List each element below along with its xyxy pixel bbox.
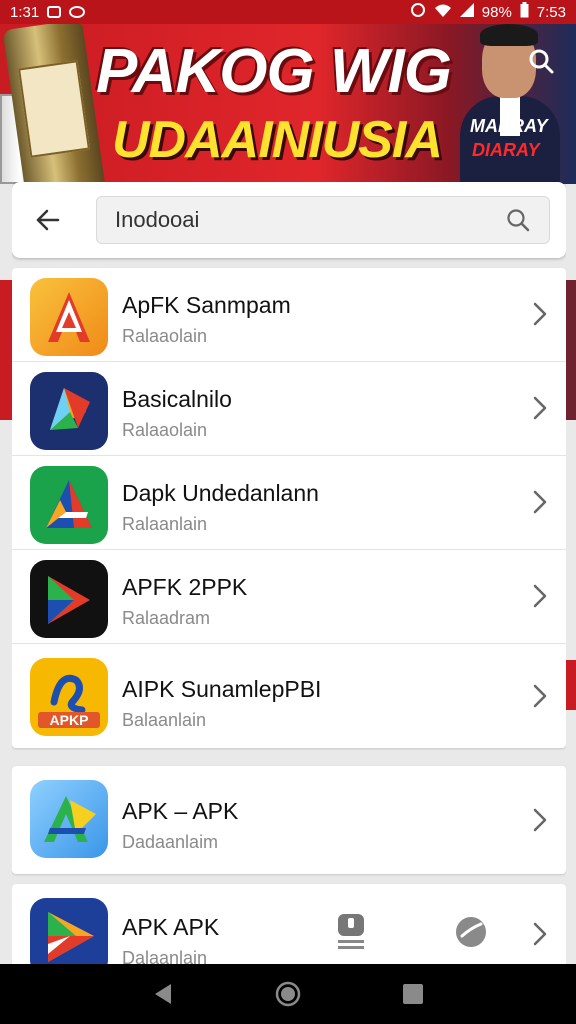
lock-button[interactable] <box>334 906 368 952</box>
banner-tag-1: MANRAY <box>470 116 548 136</box>
app-name: Basicalnilo <box>122 386 232 412</box>
results-group-3: APK APK Dalaanlain <box>12 884 566 964</box>
app-name: Dapk Undedanlann <box>122 480 319 506</box>
nav-back-button[interactable] <box>143 974 183 1014</box>
app-subtitle: Ralaaolain <box>122 420 208 440</box>
apk-play-blue-icon <box>30 898 108 964</box>
apk-a-green-icon <box>30 466 108 544</box>
list-item[interactable]: Basicalnilo Ralaaolain <box>12 362 566 456</box>
list-item[interactable]: Dapk Undedanlann Ralaanlain <box>12 456 566 550</box>
app-name: APK APK <box>122 914 220 940</box>
chevron-right-icon <box>533 808 547 832</box>
battery-icon <box>520 2 529 22</box>
list-item[interactable]: ApFK Sanmpam Ralaaolain <box>12 268 566 362</box>
wifi-icon <box>434 3 452 21</box>
app-subtitle: Dalaanlain <box>122 948 208 964</box>
globe-icon <box>456 917 486 947</box>
status-time-left: 1:31 <box>10 3 40 21</box>
list-item[interactable]: APK APK Dalaanlain <box>12 884 566 964</box>
search-sheet: ApFK Sanmpam Ralaaolain Basicalnilo Rala… <box>12 182 566 964</box>
globe-button[interactable] <box>454 906 488 952</box>
square-recents-icon <box>403 984 424 1004</box>
triangle-back-icon <box>154 984 171 1004</box>
alarm-icon <box>410 2 426 22</box>
banner-search-icon[interactable] <box>522 42 562 82</box>
status-bar: 1:31 98% 7:53 <box>0 0 576 24</box>
results-group-2: APK – APK Dadaanlaim <box>12 766 566 874</box>
notification-icon <box>47 6 62 18</box>
status-time-right: 7:53 <box>536 3 566 21</box>
chevron-right-icon <box>533 302 547 326</box>
back-button[interactable] <box>12 182 84 258</box>
app-subtitle: Balaanlain <box>122 710 207 730</box>
chevron-right-icon <box>533 584 547 608</box>
app-name: AIPK SunamlepPBI <box>122 676 322 702</box>
app-name: ApFK Sanmpam <box>122 292 291 318</box>
chevron-right-icon <box>533 922 547 946</box>
apk-play-navy-icon <box>30 372 108 450</box>
signal-icon <box>459 3 474 21</box>
apk-play-black-icon <box>30 560 108 638</box>
app-subtitle: Dadaanlaim <box>122 832 219 852</box>
list-item[interactable]: APK – APK Dadaanlaim <box>12 766 566 874</box>
app-subtitle: Ralaanlain <box>122 514 208 534</box>
chevron-right-icon <box>533 396 547 420</box>
search-icon[interactable] <box>505 207 531 233</box>
list-item[interactable]: APFK 2PPK Ralaadram <box>12 550 566 644</box>
lock-icon <box>338 914 364 949</box>
results-group-1: ApFK Sanmpam Ralaaolain Basicalnilo Rala… <box>12 268 566 748</box>
svg-text:APKP: APKP <box>50 712 89 728</box>
search-field[interactable] <box>96 196 550 244</box>
screen: 1:31 98% 7:53 PAKOG WIG UDAAINIUSIA MANR… <box>0 0 576 1024</box>
arrow-back-icon <box>36 209 60 231</box>
app-name: APFK 2PPK <box>122 574 248 600</box>
nav-recents-button[interactable] <box>393 974 433 1014</box>
chevron-right-icon <box>533 490 547 514</box>
promo-banner[interactable]: PAKOG WIG UDAAINIUSIA MANRAY DIARAY <box>0 24 576 184</box>
navigation-bar <box>0 964 576 1024</box>
cloud-icon <box>69 6 86 18</box>
apk-yellow-icon: APKP <box>30 658 108 736</box>
banner-tag-2: DIARAY <box>472 140 540 160</box>
banner-headline-2: UDAAINIUSIA <box>112 111 443 169</box>
battery-percent: 98% <box>481 3 512 21</box>
circle-home-icon <box>275 981 301 1007</box>
search-input[interactable] <box>115 207 505 233</box>
apk-a-sky-icon <box>30 780 108 858</box>
app-subtitle: Ralaaolain <box>122 326 208 346</box>
banner-headline-1: PAKOG WIG <box>96 37 452 106</box>
list-item[interactable]: APKP AIPK SunamlepPBI Balaanlain <box>12 644 566 748</box>
apk-a-orange-icon <box>30 278 108 356</box>
app-subtitle: Ralaadram <box>122 608 211 628</box>
app-name: APK – APK <box>122 798 239 824</box>
nav-home-button[interactable] <box>268 974 308 1014</box>
chevron-right-icon <box>533 684 547 708</box>
search-bar <box>12 182 566 258</box>
